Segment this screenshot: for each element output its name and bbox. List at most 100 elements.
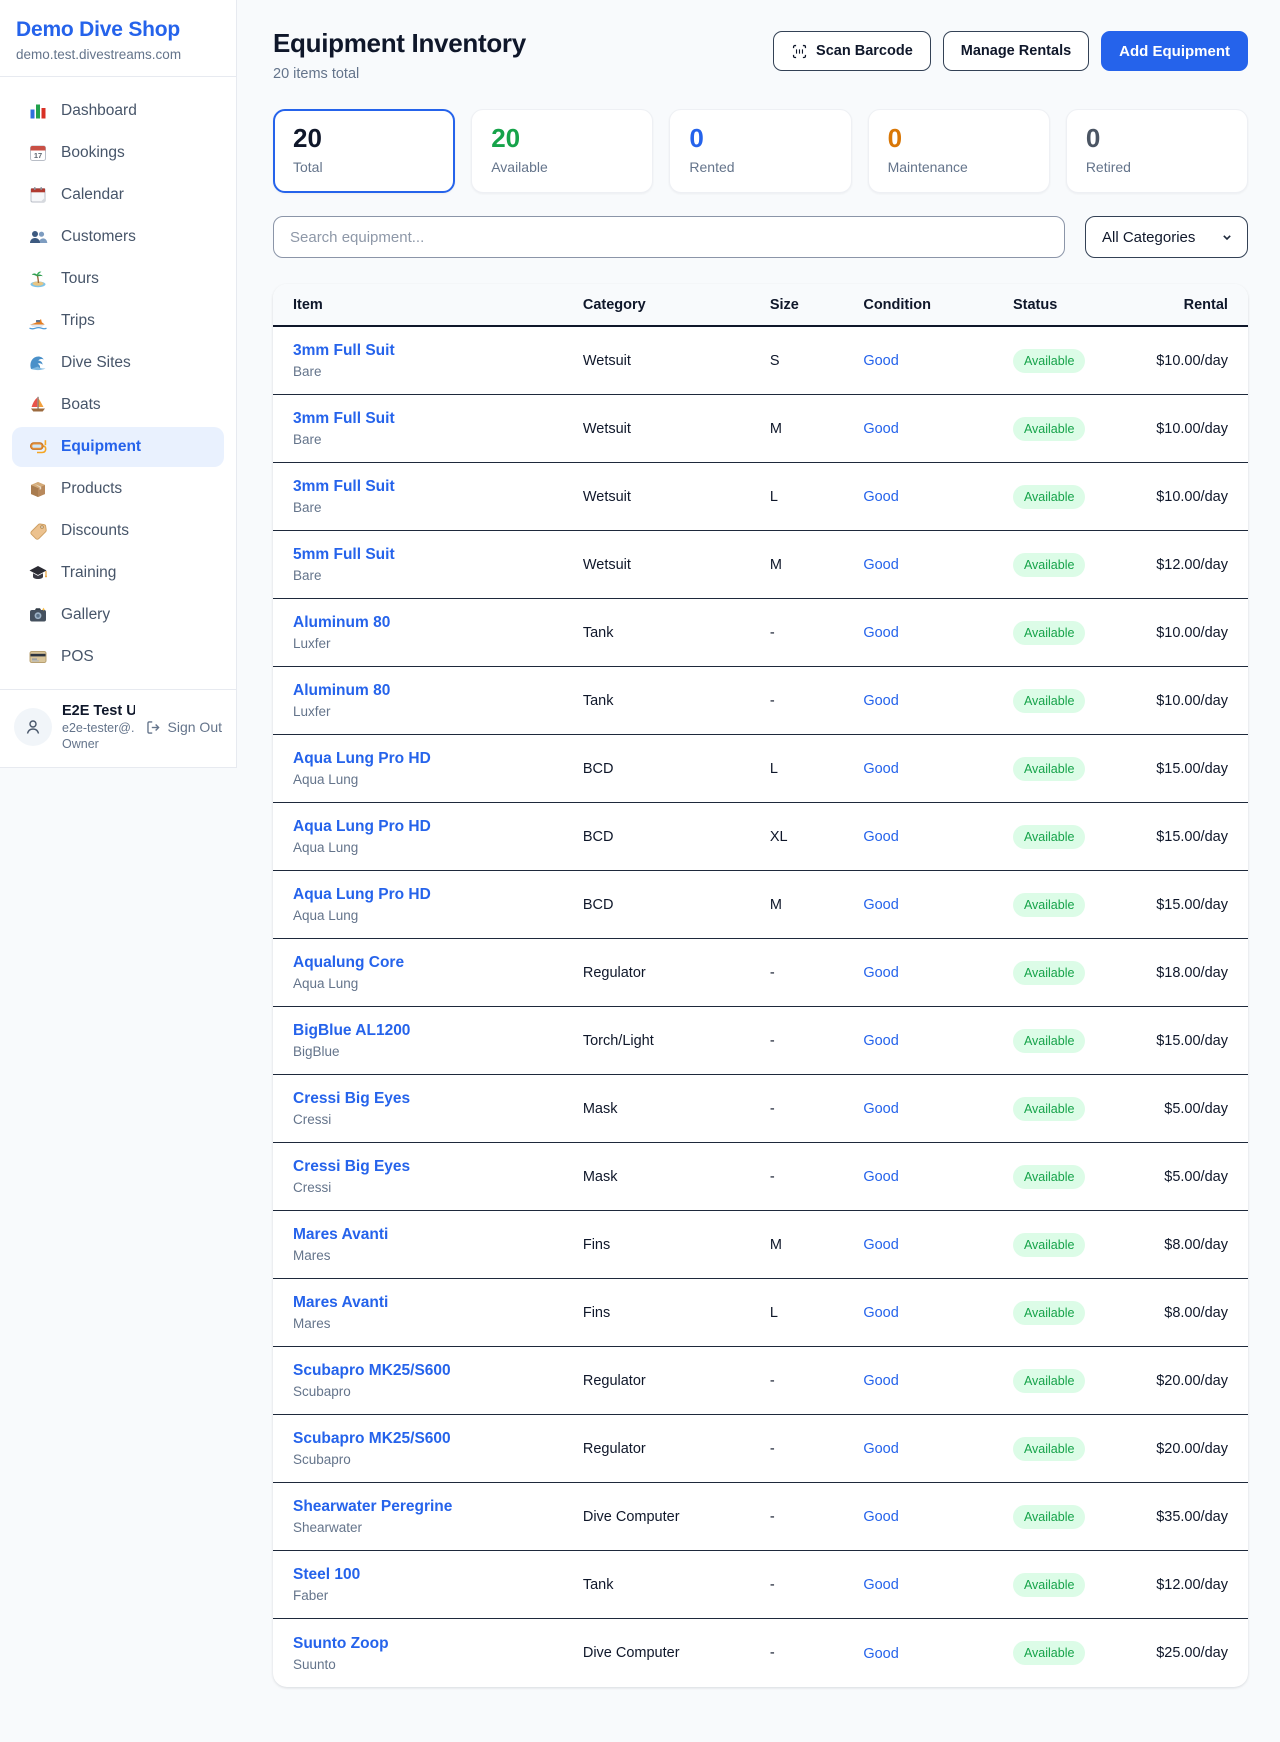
item-condition-link[interactable]: Good (863, 1169, 898, 1185)
item-condition-link[interactable]: Good (863, 1373, 898, 1389)
sidebar-item-dive-sites[interactable]: Dive Sites (12, 343, 224, 383)
discounts-icon (28, 521, 48, 541)
sign-out-button[interactable]: Sign Out (145, 719, 222, 736)
item-name-link[interactable]: Aluminum 80 (293, 614, 390, 631)
item-name-link[interactable]: Aqua Lung Pro HD (293, 886, 431, 903)
item-name-link[interactable]: 3mm Full Suit (293, 342, 395, 359)
item-condition-link[interactable]: Good (863, 1509, 898, 1525)
status-badge: Available (1013, 961, 1086, 985)
item-condition-link[interactable]: Good (863, 693, 898, 709)
scan-barcode-button[interactable]: Scan Barcode (773, 31, 931, 71)
table-row[interactable]: Aluminum 80 Luxfer Tank - Good Available… (273, 599, 1248, 667)
item-name-link[interactable]: Mares Avanti (293, 1226, 388, 1243)
item-condition-link[interactable]: Good (863, 829, 898, 845)
table-row[interactable]: 3mm Full Suit Bare Wetsuit L Good Availa… (273, 463, 1248, 531)
table-row[interactable]: Aluminum 80 Luxfer Tank - Good Available… (273, 667, 1248, 735)
stat-card-maintenance[interactable]: 0 Maintenance (868, 109, 1050, 193)
item-category: Wetsuit (583, 421, 770, 437)
item-condition-link[interactable]: Good (863, 761, 898, 777)
table-row[interactable]: Aqualung Core Aqua Lung Regulator - Good… (273, 939, 1248, 1007)
sign-out-icon (145, 719, 162, 736)
stat-card-retired[interactable]: 0 Retired (1066, 109, 1248, 193)
table-row[interactable]: Aqua Lung Pro HD Aqua Lung BCD M Good Av… (273, 871, 1248, 939)
item-condition-link[interactable]: Good (863, 1441, 898, 1457)
item-condition-link[interactable]: Good (863, 897, 898, 913)
stat-card-available[interactable]: 20 Available (471, 109, 653, 193)
table-row[interactable]: Scubapro MK25/S600 Scubapro Regulator - … (273, 1347, 1248, 1415)
item-name-link[interactable]: Aluminum 80 (293, 682, 390, 699)
item-name-link[interactable]: Aqua Lung Pro HD (293, 818, 431, 835)
item-name-link[interactable]: Scubapro MK25/S600 (293, 1430, 451, 1447)
sidebar-item-dashboard[interactable]: Dashboard (12, 91, 224, 131)
item-name-link[interactable]: Cressi Big Eyes (293, 1158, 410, 1175)
item-condition-link[interactable]: Good (863, 1033, 898, 1049)
item-name-link[interactable]: Steel 100 (293, 1566, 360, 1583)
status-badge: Available (1013, 1641, 1086, 1665)
item-condition-link[interactable]: Good (863, 965, 898, 981)
item-name-link[interactable]: BigBlue AL1200 (293, 1022, 410, 1039)
stat-card-rented[interactable]: 0 Rented (669, 109, 851, 193)
table-row[interactable]: Cressi Big Eyes Cressi Mask - Good Avail… (273, 1143, 1248, 1211)
table-row[interactable]: Cressi Big Eyes Cressi Mask - Good Avail… (273, 1075, 1248, 1143)
table-row[interactable]: 3mm Full Suit Bare Wetsuit M Good Availa… (273, 395, 1248, 463)
item-rental-rate: $15.00/day (1125, 829, 1228, 845)
table-row[interactable]: Shearwater Peregrine Shearwater Dive Com… (273, 1483, 1248, 1551)
user-panel: E2E Test U... e2e-tester@... Owner Sign … (0, 690, 236, 767)
sidebar-item-tours[interactable]: Tours (12, 259, 224, 299)
sidebar-item-products[interactable]: Products (12, 469, 224, 509)
item-condition-link[interactable]: Good (863, 421, 898, 437)
item-name-link[interactable]: 3mm Full Suit (293, 478, 395, 495)
item-name-link[interactable]: Suunto Zoop (293, 1635, 389, 1652)
sidebar-item-gallery[interactable]: Gallery (12, 595, 224, 635)
item-rental-rate: $15.00/day (1125, 1033, 1228, 1049)
table-row[interactable]: Steel 100 Faber Tank - Good Available $1… (273, 1551, 1248, 1619)
table-row[interactable]: 5mm Full Suit Bare Wetsuit M Good Availa… (273, 531, 1248, 599)
item-condition-link[interactable]: Good (863, 1237, 898, 1253)
item-name-link[interactable]: Cressi Big Eyes (293, 1090, 410, 1107)
sidebar-item-discounts[interactable]: Discounts (12, 511, 224, 551)
sidebar-item-bookings[interactable]: 17 Bookings (12, 133, 224, 173)
item-condition-link[interactable]: Good (863, 1305, 898, 1321)
table-row[interactable]: Scubapro MK25/S600 Scubapro Regulator - … (273, 1415, 1248, 1483)
user-role: Owner (62, 737, 135, 751)
item-category: Tank (583, 693, 770, 709)
manage-rentals-button[interactable]: Manage Rentals (943, 31, 1089, 71)
item-name-link[interactable]: Aqua Lung Pro HD (293, 750, 431, 767)
table-row[interactable]: Aqua Lung Pro HD Aqua Lung BCD XL Good A… (273, 803, 1248, 871)
sidebar-item-customers[interactable]: Customers (12, 217, 224, 257)
table-row[interactable]: Suunto Zoop Suunto Dive Computer - Good … (273, 1619, 1248, 1687)
sidebar-item-trips[interactable]: Trips (12, 301, 224, 341)
table-row[interactable]: Mares Avanti Mares Fins M Good Available… (273, 1211, 1248, 1279)
item-condition-link[interactable]: Good (863, 1101, 898, 1117)
item-rental-rate: $10.00/day (1125, 421, 1228, 437)
table-row[interactable]: BigBlue AL1200 BigBlue Torch/Light - Goo… (273, 1007, 1248, 1075)
item-condition-link[interactable]: Good (863, 557, 898, 573)
category-select[interactable]: All Categories (1085, 216, 1248, 258)
item-condition-link[interactable]: Good (863, 625, 898, 641)
table-row[interactable]: 3mm Full Suit Bare Wetsuit S Good Availa… (273, 327, 1248, 395)
item-name-link[interactable]: Shearwater Peregrine (293, 1498, 452, 1515)
search-input[interactable] (273, 216, 1065, 258)
sidebar-item-pos[interactable]: POS (12, 637, 224, 677)
stat-label: Rented (689, 159, 831, 175)
sidebar-item-calendar[interactable]: Calendar (12, 175, 224, 215)
item-condition-link[interactable]: Good (863, 353, 898, 369)
item-name-link[interactable]: 3mm Full Suit (293, 410, 395, 427)
table-row[interactable]: Aqua Lung Pro HD Aqua Lung BCD L Good Av… (273, 735, 1248, 803)
item-condition-link[interactable]: Good (863, 1577, 898, 1593)
stat-card-total[interactable]: 20 Total (273, 109, 455, 193)
add-equipment-button[interactable]: Add Equipment (1101, 31, 1248, 71)
sidebar-item-training[interactable]: Training (12, 553, 224, 593)
brand-name[interactable]: Demo Dive Shop (16, 18, 220, 42)
sidebar-item-boats[interactable]: Boats (12, 385, 224, 425)
item-name-link[interactable]: Scubapro MK25/S600 (293, 1362, 451, 1379)
item-name-link[interactable]: 5mm Full Suit (293, 546, 395, 563)
item-size: M (770, 1237, 864, 1253)
sidebar-item-equipment[interactable]: Equipment (12, 427, 224, 467)
item-name-link[interactable]: Aqualung Core (293, 954, 404, 971)
table-row[interactable]: Mares Avanti Mares Fins L Good Available… (273, 1279, 1248, 1347)
item-condition-link[interactable]: Good (863, 1646, 898, 1662)
item-name-link[interactable]: Mares Avanti (293, 1294, 388, 1311)
item-size: XL (770, 829, 864, 845)
item-condition-link[interactable]: Good (863, 489, 898, 505)
